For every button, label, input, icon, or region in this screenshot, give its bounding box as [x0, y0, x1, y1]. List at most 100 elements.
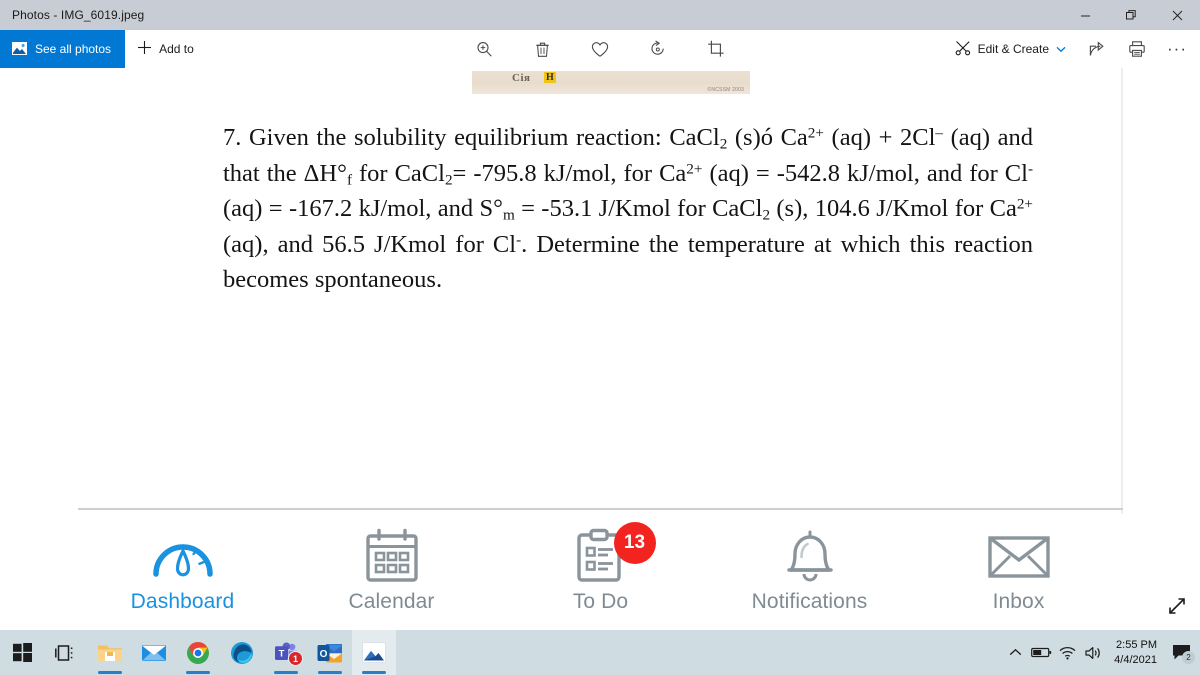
mail-button[interactable]	[132, 630, 176, 675]
close-button[interactable]	[1154, 0, 1200, 30]
problem-l4a: and S°	[437, 195, 503, 223]
taskbar-buttons: T 1 O	[0, 630, 396, 675]
teams-badge: 1	[288, 651, 303, 666]
task-view-button[interactable]	[44, 630, 88, 675]
edit-and-create-button[interactable]: Edit & Create	[945, 30, 1076, 68]
nav-item-todo[interactable]: 13 To Do	[496, 514, 705, 614]
clock-date: 4/4/2021	[1114, 653, 1157, 666]
clipboard-icon: 13	[572, 522, 656, 584]
problem-l4b: = -53.1 J/Kmol for CaCl	[514, 195, 763, 223]
action-center-badge: 2	[1182, 651, 1195, 664]
problem-l1a: Given the solubility equilibrium reactio…	[248, 124, 720, 151]
photo-gallery-icon	[12, 42, 27, 56]
start-button[interactable]	[0, 630, 44, 675]
window-controls	[1062, 0, 1200, 30]
running-indicator	[362, 671, 386, 674]
photos-button[interactable]	[352, 630, 396, 675]
edit-create-icon	[955, 40, 971, 59]
problem-l1-sup: 2+	[807, 124, 824, 142]
running-indicator	[186, 671, 210, 674]
share-icon[interactable]	[1078, 30, 1116, 68]
rotate-icon[interactable]	[639, 30, 677, 68]
problem-l2-sub2: 2	[444, 170, 453, 188]
see-all-photos-label: See all photos	[35, 42, 112, 56]
nav-label-calendar: Calendar	[348, 590, 435, 613]
favorite-icon[interactable]	[581, 30, 619, 68]
see-all-photos-button[interactable]: See all photos	[0, 30, 126, 68]
network-icon[interactable]	[1054, 630, 1080, 675]
system-tray: 2:55 PM 4/4/2021 2	[1002, 630, 1200, 675]
restore-button[interactable]	[1108, 0, 1154, 30]
envelope-icon	[986, 528, 1052, 584]
photo-viewer: Сія H ©NCSSM 2003 7. Given the solubilit…	[0, 68, 1200, 630]
taskbar-clock[interactable]: 2:55 PM 4/4/2021	[1106, 638, 1166, 668]
scanned-strip: Сія H ©NCSSM 2003	[472, 71, 750, 94]
minimize-button[interactable]	[1062, 0, 1108, 30]
action-center-button[interactable]: 2	[1166, 630, 1196, 675]
battery-icon[interactable]	[1028, 630, 1054, 675]
windows-taskbar: T 1 O 2:55 PM 4/4/2021 2	[0, 630, 1200, 675]
crop-icon[interactable]	[697, 30, 735, 68]
problem-l3-sup: 2+	[686, 160, 703, 178]
svg-text:T: T	[279, 648, 285, 659]
add-to-label: Add to	[159, 42, 194, 56]
problem-l4c: (s), 104.6 J/Kmol for Ca	[770, 195, 1017, 223]
edge-button[interactable]	[220, 630, 264, 675]
problem-l5b: . Determine the temperature at	[521, 230, 832, 258]
running-indicator	[274, 671, 298, 674]
todo-badge: 13	[613, 522, 656, 564]
expand-icon[interactable]	[1166, 595, 1188, 622]
problem-l4-sub2: 2	[762, 206, 771, 224]
edit-create-label: Edit & Create	[977, 42, 1049, 56]
problem-number: 7.	[223, 124, 242, 151]
show-hidden-icons-button[interactable]	[1002, 630, 1028, 675]
chrome-button[interactable]	[176, 630, 220, 675]
nav-item-inbox[interactable]: Inbox	[914, 514, 1123, 614]
chevron-down-icon	[1056, 42, 1066, 56]
content-divider	[78, 508, 1123, 510]
problem-text: 7. Given the solubility equilibrium reac…	[223, 120, 1033, 298]
file-explorer-button[interactable]	[88, 630, 132, 675]
nav-label-inbox: Inbox	[992, 590, 1045, 613]
title-bar: Photos - IMG_6019.jpeg	[0, 0, 1200, 30]
problem-l3a: Ca	[659, 159, 687, 187]
problem-l2d: = -795.8 kJ/mol, for	[452, 159, 653, 187]
photo-image[interactable]: Сія H ©NCSSM 2003 7. Given the solubilit…	[78, 68, 1123, 619]
strip-highlight: H	[544, 72, 556, 83]
command-bar: See all photos Add to Edit & Create ···	[0, 30, 1200, 68]
volume-icon[interactable]	[1080, 630, 1106, 675]
zoom-icon[interactable]	[465, 30, 503, 68]
problem-l1b: (s)ó Ca	[727, 124, 808, 151]
nav-item-calendar[interactable]: Calendar	[287, 514, 496, 614]
problem-l3c: (aq) = -167.2 kJ/mol,	[223, 195, 432, 223]
problem-l4-sub: m	[502, 206, 515, 224]
teams-button[interactable]: T 1	[264, 630, 308, 675]
gauge-icon	[152, 528, 214, 584]
problem-l4-sup: 2+	[1016, 195, 1033, 213]
problem-l5a: (aq), and 56.5 J/Kmol for Cl	[223, 230, 517, 258]
window-title: Photos - IMG_6019.jpeg	[12, 8, 145, 22]
app-navigation-bar: Dashboard Calendar 13 To Do Notification…	[78, 514, 1123, 619]
problem-l3-sup2: -	[1027, 160, 1034, 178]
plus-icon	[137, 40, 152, 58]
problem-l1c: (aq)	[823, 124, 871, 151]
nav-label-notifications: Notifications	[751, 590, 868, 613]
nav-item-notifications[interactable]: Notifications	[705, 514, 914, 614]
strip-watermark: ©NCSSM 2003	[707, 87, 744, 93]
nav-label-todo: To Do	[572, 590, 629, 613]
print-icon[interactable]	[1118, 30, 1156, 68]
strip-text-fragment: Сія	[512, 72, 531, 84]
problem-l2c: for CaCl	[352, 159, 445, 187]
add-to-button[interactable]: Add to	[125, 30, 206, 68]
bell-icon	[780, 528, 840, 584]
delete-icon[interactable]	[523, 30, 561, 68]
problem-l3b: (aq) = -542.8 kJ/mol, and for Cl	[702, 159, 1028, 187]
nav-item-dashboard[interactable]: Dashboard	[78, 514, 287, 614]
running-indicator	[98, 671, 122, 674]
outlook-button[interactable]: O	[308, 630, 352, 675]
command-bar-right: Edit & Create ···	[945, 30, 1196, 68]
problem-l2a: + 2Cl	[878, 124, 936, 151]
more-options-button[interactable]: ···	[1158, 30, 1196, 68]
nav-label-dashboard: Dashboard	[130, 590, 235, 613]
running-indicator	[318, 671, 342, 674]
